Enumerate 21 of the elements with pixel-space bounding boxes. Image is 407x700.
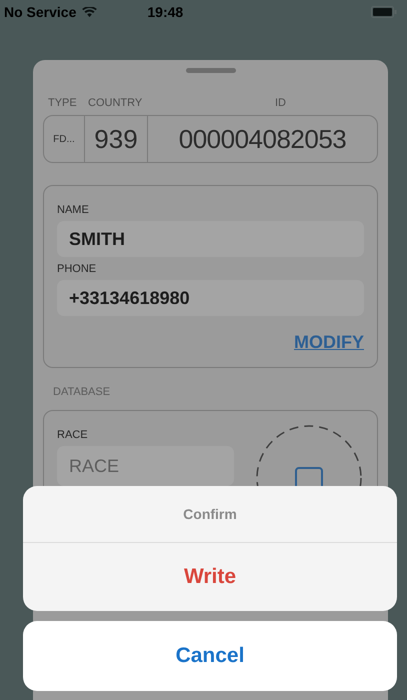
field-label: NAME [57,204,90,216]
carrier-name: No Service [4,4,76,20]
cancel-button[interactable]: Cancel [23,621,397,691]
column-label: COUNTRY [88,97,144,109]
id-value: FD... [44,116,85,162]
column-label: TYPE [48,97,78,109]
id-value: 939 [85,116,148,162]
drag-handle[interactable] [186,68,236,73]
column-label: ID [274,97,287,109]
input-field[interactable]: RACE [57,446,234,486]
clock-time: 19:48 [147,4,184,20]
input-field[interactable]: +33134618980 [57,280,364,316]
field-label: PHONE [57,263,98,275]
sheet-title: Confirm [23,486,397,543]
battery-icon [371,6,397,18]
action-button[interactable]: Write [23,543,397,611]
wifi-icon [82,6,98,18]
field-label: RACE [57,429,89,441]
id-value: 000004082053 [178,122,348,156]
input-field[interactable]: SMITH [57,221,364,257]
section-label: DATABASE [53,386,112,398]
